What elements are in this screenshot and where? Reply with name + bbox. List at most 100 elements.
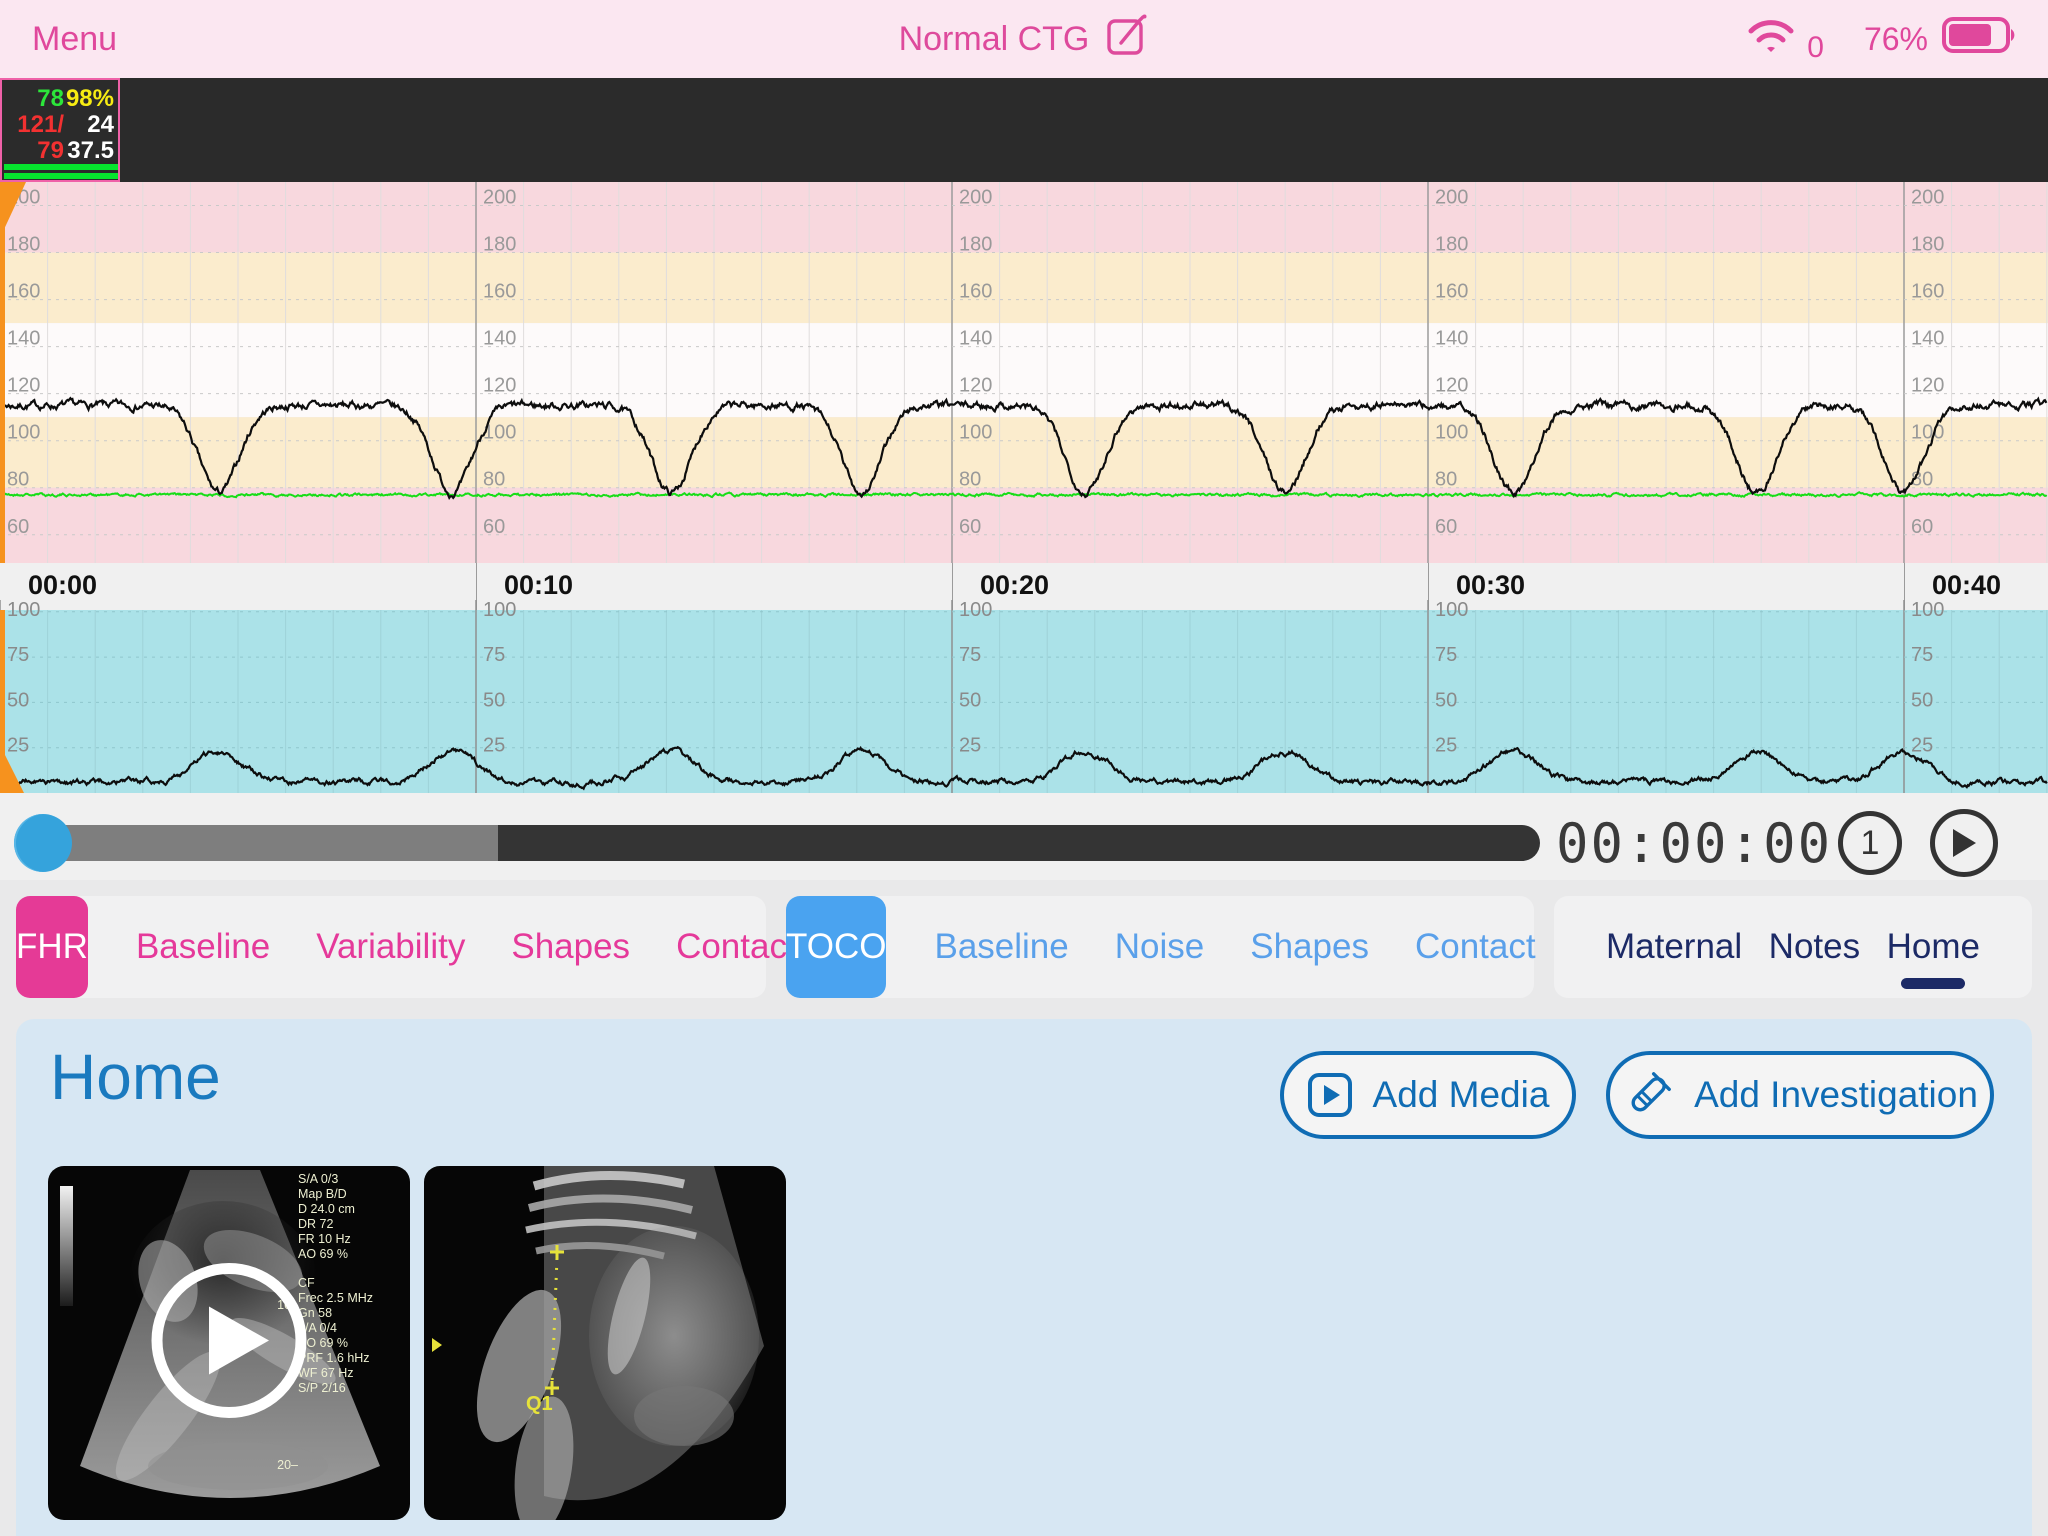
depth-mark: 20– (277, 1458, 298, 1472)
time-tick-label: 00:20 (980, 570, 1049, 601)
svg-text:160: 160 (1911, 281, 1944, 303)
home-section-title: Home (50, 1040, 221, 1114)
play-button[interactable] (1930, 809, 1998, 877)
svg-text:75: 75 (483, 644, 505, 666)
svg-text:50: 50 (1435, 689, 1457, 711)
svg-text:60: 60 (1435, 516, 1457, 538)
svg-text:60: 60 (483, 516, 505, 538)
tab-toco-contact[interactable]: Contact (1415, 927, 1536, 967)
svg-text:100: 100 (1911, 422, 1944, 444)
svg-text:60: 60 (7, 516, 29, 538)
svg-text:80: 80 (483, 469, 505, 491)
svg-text:75: 75 (959, 644, 981, 666)
record-start-flag-bottom (0, 745, 24, 793)
svg-text:140: 140 (1911, 328, 1944, 350)
nav-home[interactable]: Home (1887, 927, 1980, 967)
time-tick-label: 00:40 (1932, 570, 2001, 601)
elapsed-time: 00:00:00 (1556, 806, 1836, 880)
svg-text:100: 100 (1435, 600, 1468, 621)
svg-text:200: 200 (1911, 187, 1944, 209)
scrubber-track[interactable] (498, 825, 1540, 861)
vitals-row-bp: 121/24 (2, 112, 118, 138)
svg-text:80: 80 (1435, 469, 1457, 491)
add-media-button[interactable]: Add Media (1280, 1051, 1576, 1139)
tab-fhr-variability[interactable]: Variability (316, 927, 465, 967)
fhr-tab-group: FHR Baseline Variability Shapes Contact (16, 896, 766, 998)
svg-text:120: 120 (483, 375, 516, 397)
record-start-marker (0, 182, 5, 563)
svg-text:100: 100 (959, 600, 992, 621)
measurement-label: Q1 (526, 1393, 553, 1415)
svg-text:160: 160 (7, 281, 40, 303)
play-icon (1951, 828, 1977, 858)
record-start-flag-top (0, 182, 26, 238)
add-investigation-button[interactable]: Add Investigation (1606, 1051, 1994, 1139)
svg-text:160: 160 (959, 281, 992, 303)
svg-text:140: 140 (1435, 328, 1468, 350)
svg-text:180: 180 (1435, 234, 1468, 256)
fhr-chart[interactable]: 2002002002002001801801801801801601601601… (0, 182, 2048, 563)
tab-fhr-baseline[interactable]: Baseline (136, 927, 270, 967)
svg-text:25: 25 (959, 735, 981, 757)
time-tick-label: 00:10 (504, 570, 573, 601)
svg-text:200: 200 (1435, 187, 1468, 209)
svg-text:160: 160 (1435, 281, 1468, 303)
svg-text:140: 140 (959, 328, 992, 350)
svg-text:60: 60 (1911, 516, 1933, 538)
scrubber-track-buffered[interactable] (20, 825, 498, 861)
svg-text:75: 75 (1911, 644, 1933, 666)
svg-text:180: 180 (483, 234, 516, 256)
svg-text:140: 140 (483, 328, 516, 350)
status-indicators: 0 76% (1743, 0, 2018, 78)
media-thumbnail-video[interactable]: S/A 0/3Map B/DD 24.0 cmDR 72FR 10 HzAO 6… (48, 1166, 410, 1520)
ultrasound-image: Q1 (424, 1166, 786, 1520)
svg-text:75: 75 (1435, 644, 1457, 666)
active-tab-indicator (1901, 978, 1965, 989)
svg-text:60: 60 (959, 516, 981, 538)
svg-text:25: 25 (1911, 735, 1933, 757)
tab-toco[interactable]: TOCO (786, 896, 886, 998)
svg-text:50: 50 (959, 689, 981, 711)
test-tube-icon (1622, 1069, 1674, 1121)
svg-text:100: 100 (483, 600, 516, 621)
ultrasound-settings-text: S/A 0/3Map B/DD 24.0 cmDR 72FR 10 HzAO 6… (298, 1172, 402, 1396)
svg-text:200: 200 (483, 187, 516, 209)
nav-notes[interactable]: Notes (1769, 927, 1860, 967)
signal-bar (4, 173, 118, 179)
vitals-row-temp: 7937.5 (2, 138, 118, 164)
svg-text:50: 50 (1911, 689, 1933, 711)
svg-text:50: 50 (7, 689, 29, 711)
tab-toco-shapes[interactable]: Shapes (1250, 927, 1369, 967)
playback-speed-button[interactable]: 1 (1838, 811, 1902, 875)
toco-tab-group: TOCO Baseline Noise Shapes Contact (786, 896, 1534, 998)
toco-chart[interactable]: 1001001001001007575757575505050505025252… (0, 600, 2048, 795)
nav-maternal[interactable]: Maternal (1606, 927, 1742, 967)
svg-text:80: 80 (959, 469, 981, 491)
media-thumbnail-image[interactable]: Q1 (424, 1166, 786, 1520)
tab-fhr[interactable]: FHR (16, 896, 88, 998)
signal-bar (4, 164, 118, 170)
svg-text:25: 25 (483, 735, 505, 757)
vitals-box[interactable]: 7898% 121/24 7937.5 (0, 78, 120, 182)
svg-text:100: 100 (7, 422, 40, 444)
svg-text:140: 140 (7, 328, 40, 350)
svg-text:180: 180 (1911, 234, 1944, 256)
vitals-row-spo2: 7898% (2, 86, 118, 112)
page-title: Normal CTG (0, 0, 2048, 78)
svg-text:75: 75 (7, 644, 29, 666)
monitor-strip (0, 78, 2048, 182)
svg-text:25: 25 (1435, 735, 1457, 757)
media-play-icon (1307, 1072, 1353, 1118)
tab-fhr-contact[interactable]: Contact (676, 927, 797, 967)
time-tick-label: 00:00 (28, 570, 97, 601)
svg-text:100: 100 (1435, 422, 1468, 444)
tab-fhr-shapes[interactable]: Shapes (511, 927, 630, 967)
battery-icon (1942, 16, 2018, 62)
edit-title-icon[interactable] (1105, 13, 1149, 66)
svg-text:100: 100 (1911, 600, 1944, 621)
svg-text:100: 100 (959, 422, 992, 444)
tab-toco-noise[interactable]: Noise (1115, 927, 1204, 967)
svg-text:180: 180 (959, 234, 992, 256)
tab-toco-baseline[interactable]: Baseline (934, 927, 1068, 967)
scrubber-knob[interactable] (14, 814, 72, 872)
